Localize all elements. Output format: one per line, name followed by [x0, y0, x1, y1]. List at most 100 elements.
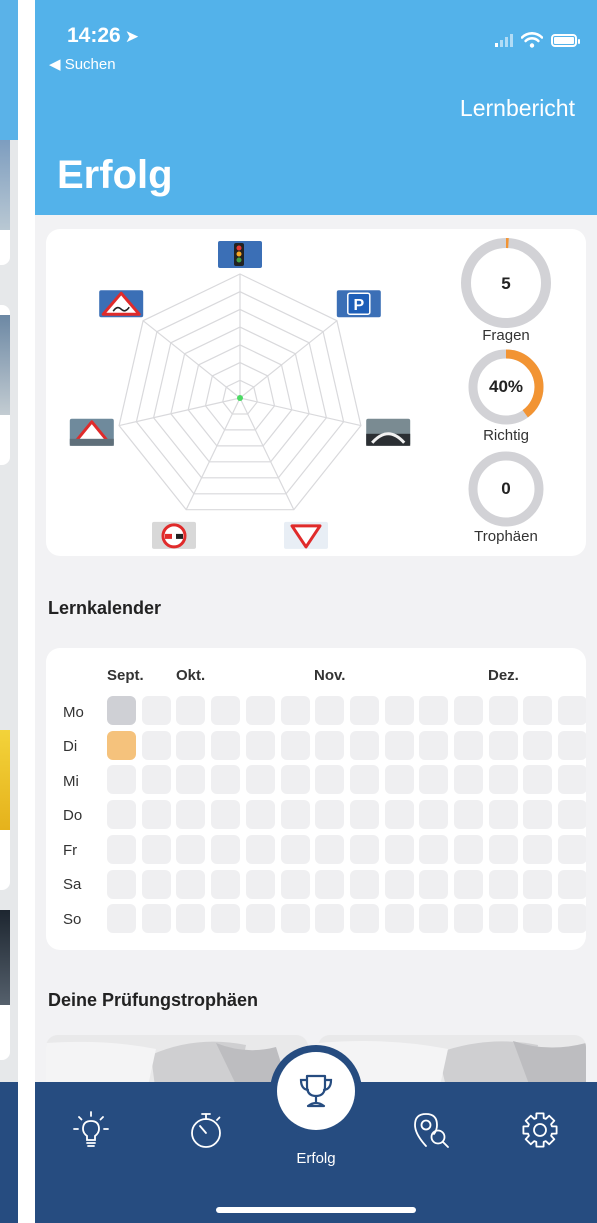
calendar-day-cell [245, 869, 275, 899]
calendar-day-cell [488, 904, 518, 934]
calendar-day-cell [211, 904, 241, 934]
calendar-day-cell [107, 834, 136, 864]
questions-stat: 5 Fragen [456, 233, 556, 344]
calendar-day-cell [523, 800, 553, 830]
slippery-road-sign-icon[interactable] [99, 290, 144, 318]
month-label: Dez. [488, 667, 519, 684]
calendar-day-cell [107, 730, 136, 760]
progress-card: P 5 Fragen 40% Richtig 0 Trophäen [46, 229, 586, 556]
trophy-icon [299, 1074, 333, 1108]
calendar-day-cell [107, 696, 136, 725]
questions-label: Fragen [482, 327, 530, 344]
calendar-day-cell [454, 834, 483, 864]
calendar-day-cell [107, 869, 136, 899]
day-label: Mi [63, 773, 79, 790]
calendar-day-cell [245, 730, 275, 760]
questions-value: 5 [501, 274, 511, 293]
calendar-day-cell [211, 730, 241, 760]
calendar-day-cell [315, 730, 345, 760]
day-label: Mo [63, 704, 84, 721]
map-search-icon[interactable] [409, 1108, 453, 1152]
calendar-day-cell [141, 696, 171, 725]
calendar-day-cell [488, 869, 518, 899]
calendar-day-cell [419, 904, 449, 934]
gear-icon[interactable] [518, 1108, 562, 1152]
day-label: So [63, 911, 82, 928]
success-screen: 14:26 ➤ ◀ Suchen Lernbericht Erfolg P 5 … [35, 0, 597, 1223]
calendar-day-cell [211, 834, 241, 864]
calendar-day-cell [141, 730, 171, 760]
calendar-day-cell [141, 869, 171, 899]
calendar-day-cell [176, 834, 206, 864]
calendar-day-cell [523, 730, 553, 760]
calendar-day-cell [419, 696, 449, 725]
calendar-day-cell [176, 696, 206, 725]
calendar-day-cell [349, 834, 379, 864]
calendar-day-cell [558, 904, 586, 934]
calendar-day-cell [349, 730, 379, 760]
calendar-day-cell [523, 765, 553, 795]
status-time: 14:26 ➤ [67, 24, 139, 47]
calendar-day-cell [558, 869, 586, 899]
calendar-day-cell [454, 765, 483, 795]
calendar-day-cell [454, 730, 483, 760]
back-to-search-link[interactable]: ◀ Suchen [49, 55, 116, 73]
calendar-day-cell [488, 696, 518, 725]
calendar-day-cell [176, 730, 206, 760]
no-overtaking-sign-icon[interactable] [152, 521, 196, 549]
lightbulb-icon[interactable] [69, 1108, 113, 1152]
calendar-day-cell [107, 904, 136, 934]
calendar-day-cell [454, 904, 483, 934]
calendar-day-cell [245, 696, 275, 725]
calendar-day-cell [245, 904, 275, 934]
parking-sign-icon[interactable]: P [336, 290, 381, 318]
trophies-value: 0 [501, 479, 511, 498]
calendar-day-cell [176, 800, 206, 830]
calendar-day-cell [384, 800, 414, 830]
calendar-day-cell [280, 765, 310, 795]
calendar-day-cell [384, 834, 414, 864]
yield-sign-icon[interactable] [284, 521, 328, 549]
calendar-day-cell [523, 869, 553, 899]
header: 14:26 ➤ ◀ Suchen Lernbericht Erfolg [35, 0, 597, 215]
stopwatch-icon[interactable] [184, 1108, 228, 1152]
month-label: Sept. [107, 667, 144, 684]
calendar-day-cell [176, 765, 206, 795]
calendar-day-cell [558, 834, 586, 864]
trophies-section-title: Deine Prüfungstrophäen [48, 990, 259, 1010]
calendar-day-cell [315, 869, 345, 899]
background-screen-peek [0, 0, 18, 1223]
learning-report-button[interactable]: Lernbericht [460, 95, 575, 122]
calendar-day-cell [245, 765, 275, 795]
calendar-day-cell [141, 904, 171, 934]
calendar-day-cell [523, 904, 553, 934]
calendar-day-cell [488, 730, 518, 760]
calendar-day-cell [315, 800, 345, 830]
calendar-day-cell [384, 869, 414, 899]
svg-text:P: P [353, 297, 364, 314]
calendar-day-cell [315, 904, 345, 934]
radar-center-dot [237, 395, 243, 401]
day-label: Di [63, 738, 78, 755]
calendar-day-cell [349, 696, 379, 725]
page-title: Erfolg [57, 153, 173, 197]
traffic-light-icon[interactable] [218, 241, 262, 268]
calendar-day-cell [419, 765, 449, 795]
calendar-day-cell [558, 696, 586, 725]
radar-axis [118, 397, 241, 427]
calendar-day-cell [141, 800, 171, 830]
calendar-day-cell [384, 696, 414, 725]
warning-triangle-icon[interactable] [69, 418, 114, 446]
calendar-day-cell [211, 696, 241, 725]
calendar-day-cell [176, 869, 206, 899]
calendar-day-cell [349, 765, 379, 795]
calendar-day-cell [454, 869, 483, 899]
steering-wheel-icon[interactable] [366, 418, 411, 446]
trophies-label: Trophäen [474, 528, 538, 545]
trophies-stat: 0 Trophäen [456, 449, 556, 549]
calendar-day-cell [419, 730, 449, 760]
calendar-day-cell [349, 904, 379, 934]
nav-item-success[interactable] [277, 1052, 355, 1130]
calendar-day-cell [107, 765, 136, 795]
calendar-day-cell [280, 904, 310, 934]
